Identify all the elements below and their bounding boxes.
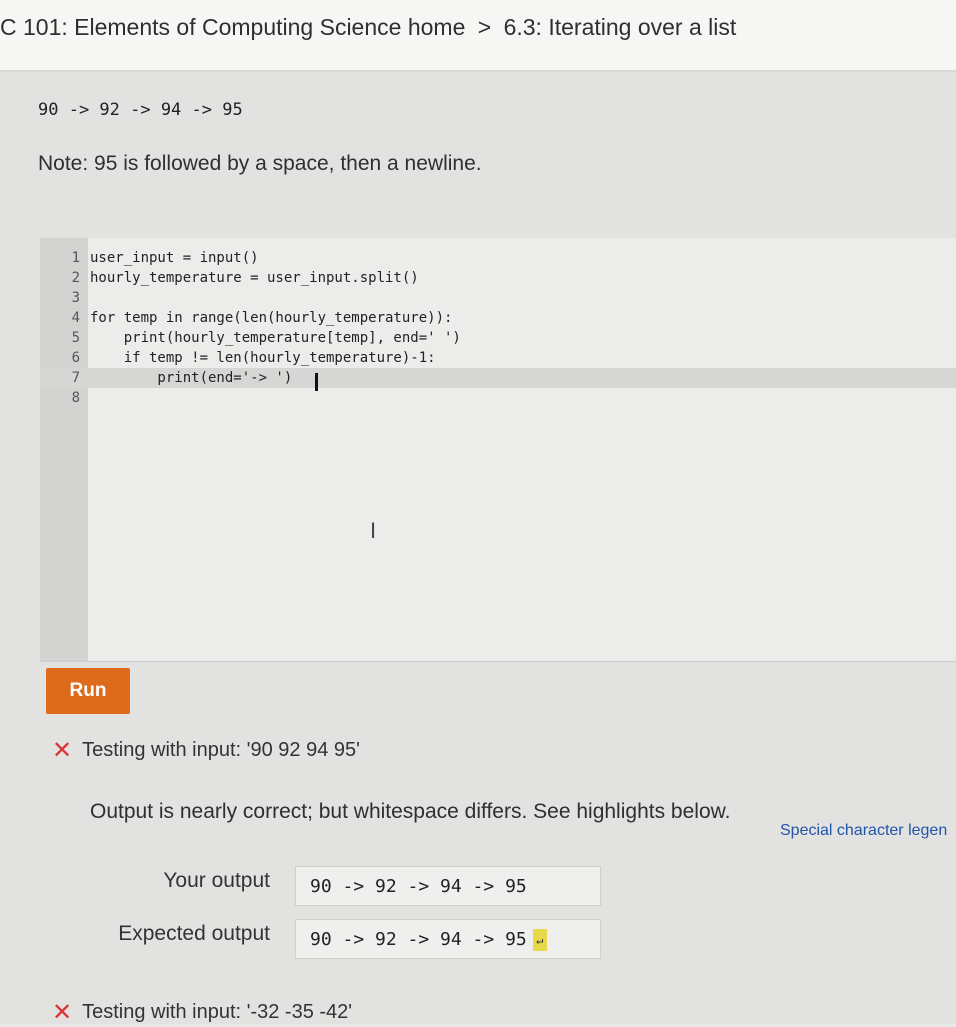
- test-1-label: Testing with input: '90 92 94 95': [82, 739, 360, 761]
- code-line-4[interactable]: 4 for temp in range(len(hourly_temperatur…: [40, 308, 956, 328]
- breadcrumb-course-link[interactable]: C 101: Elements of Computing Science hom…: [0, 14, 465, 40]
- top-bar: C 101: Elements of Computing Science hom…: [0, 0, 956, 72]
- test-result-1: ✕ Testing with input: '90 92 94 95': [52, 736, 360, 765]
- test-result-2: ✕ Testing with input: '-32 -35 -42': [52, 998, 352, 1027]
- breadcrumb-separator: >: [477, 14, 492, 40]
- code-line-2[interactable]: 2 hourly_temperature = user_input.split(): [40, 268, 956, 288]
- code-line-1[interactable]: 1 user_input = input(): [40, 248, 956, 268]
- code-line-3[interactable]: 3: [40, 288, 956, 308]
- code-line-5[interactable]: 5 print(hourly_temperature[temp], end=' …: [40, 328, 956, 348]
- expected-output-value: 90 -> 92 -> 94 -> 95: [310, 929, 527, 950]
- your-output-label: Your output: [163, 869, 270, 892]
- test-2-label: Testing with input: '-32 -35 -42': [82, 1001, 353, 1023]
- code-editor[interactable]: 1 user_input = input() 2 hourly_temperatur…: [40, 238, 956, 662]
- feedback-message: Output is nearly correct; but whitespace…: [90, 800, 731, 823]
- expected-output-label: Expected output: [118, 922, 270, 945]
- your-output-box: 90 -> 92 -> 94 -> 95: [295, 866, 601, 906]
- special-character-legend-link[interactable]: Special character legen: [780, 822, 947, 840]
- breadcrumb-section: 6.3: Iterating over a list: [503, 14, 737, 40]
- code-line-6[interactable]: 6 if temp != len(hourly_temperature)-1:: [40, 348, 956, 368]
- instruction-note: Note: 95 is followed by a space, then a …: [38, 152, 482, 175]
- breadcrumb: C 101: Elements of Computing Science hom…: [0, 14, 742, 41]
- expected-output-box: 90 -> 92 -> 94 -> 95 ↵: [295, 919, 601, 959]
- mouse-ibeam-icon: I: [370, 518, 377, 543]
- sample-output: 90 -> 92 -> 94 -> 95: [38, 100, 243, 120]
- code-line-8[interactable]: 8: [40, 388, 956, 408]
- newline-highlight-icon: ↵: [532, 929, 547, 951]
- run-button[interactable]: Run: [46, 668, 130, 714]
- text-caret: [315, 373, 318, 391]
- code-line-7[interactable]: 7 print(end='-> '): [40, 368, 956, 388]
- fail-x-icon: ✕: [52, 737, 73, 764]
- your-output-value: 90 -> 92 -> 94 -> 95: [310, 876, 527, 897]
- fail-x-icon: ✕: [52, 999, 73, 1026]
